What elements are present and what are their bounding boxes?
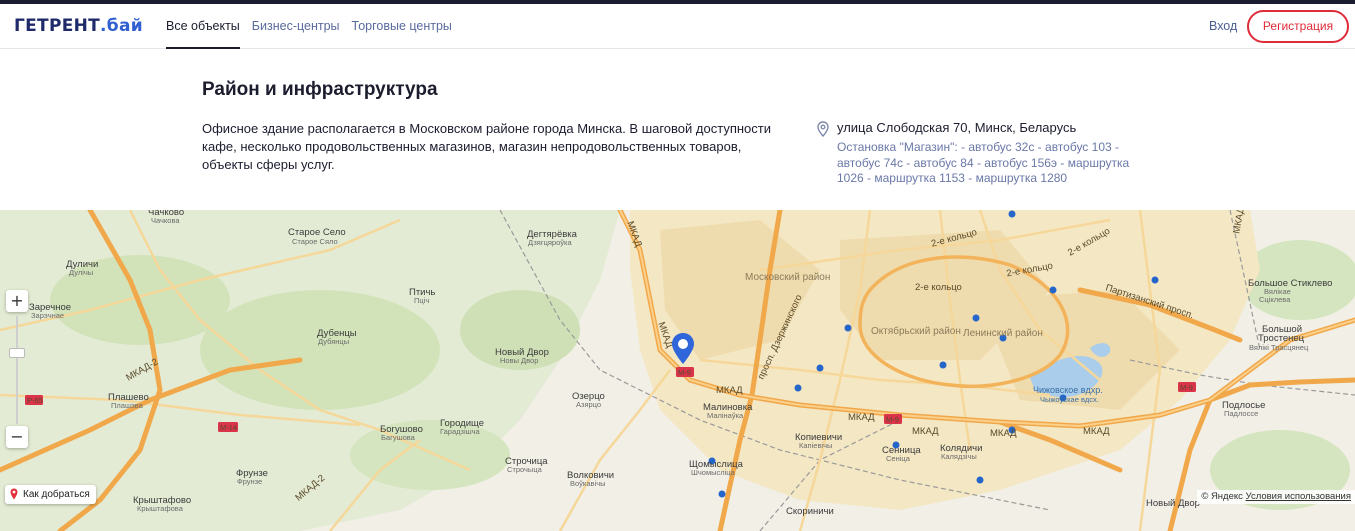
- register-button[interactable]: Регистрация: [1247, 10, 1349, 43]
- svg-text:Сціклева: Сціклева: [1259, 295, 1291, 304]
- svg-text:Сеніца: Сеніца: [886, 454, 911, 463]
- svg-text:Чачкова: Чачкова: [151, 216, 180, 225]
- nav-business-centers[interactable]: Бизнес-центры: [252, 4, 340, 49]
- map-zoom-control: + −: [6, 290, 28, 450]
- transport-stops: Остановка "Магазин": - автобус 32с - авт…: [837, 140, 1130, 185]
- yandex-map[interactable]: М-9 Р-65 М-14 М-9 М-9 МКАД МКАД МКАД МКА…: [0, 210, 1355, 531]
- nav-shopping-centers[interactable]: Торговые центры: [352, 4, 452, 49]
- svg-text:Шчомысліца: Шчомысліца: [691, 468, 736, 477]
- svg-text:Скориничи: Скориничи: [786, 506, 834, 517]
- route-pin-icon: [10, 488, 18, 500]
- svg-text:Плашэва: Плашэва: [111, 401, 144, 410]
- svg-text:Октябрьский район: Октябрьский район: [871, 325, 961, 337]
- zoom-slider-handle[interactable]: [9, 348, 25, 358]
- nav-all-objects[interactable]: Все объекты: [166, 4, 240, 49]
- svg-text:Калядзічы: Калядзічы: [941, 452, 977, 461]
- site-logo[interactable]: ГЕТРЕНТ.бай: [14, 16, 143, 36]
- svg-text:Зарэчнае: Зарэчнае: [31, 311, 64, 320]
- svg-text:Строчыца: Строчыца: [507, 465, 543, 474]
- svg-text:Капіевічы: Капіевічы: [799, 441, 832, 450]
- svg-text:Воўкавічы: Воўкавічы: [570, 479, 606, 488]
- svg-text:Дубянцы: Дубянцы: [318, 337, 349, 346]
- svg-text:Падлоссе: Падлоссе: [1224, 409, 1258, 418]
- svg-text:Дулічы: Дулічы: [69, 268, 93, 277]
- copyright-text: © Яндекс: [1201, 491, 1243, 502]
- svg-text:2-е кольцо: 2-е кольцо: [915, 282, 962, 293]
- svg-text:МКАД: МКАД: [716, 385, 743, 396]
- svg-text:Вялікі Трасцянец: Вялікі Трасцянец: [1249, 343, 1309, 352]
- svg-text:Р-65: Р-65: [27, 396, 43, 405]
- map-copyright: © Яндекс Условия использования: [1197, 490, 1355, 504]
- svg-text:МКАД: МКАД: [912, 426, 939, 437]
- svg-text:МКАД: МКАД: [990, 428, 1017, 439]
- route-button[interactable]: Как добраться: [5, 485, 96, 504]
- svg-text:М-9: М-9: [886, 415, 899, 424]
- site-header: ГЕТРЕНТ.бай Все объекты Бизнес-центры То…: [0, 4, 1355, 49]
- address-text: улица Слободская 70, Минск, Беларусь: [837, 120, 1077, 135]
- svg-text:М-14: М-14: [220, 423, 237, 432]
- zoom-out-button[interactable]: −: [6, 426, 28, 448]
- svg-text:Новый Двор: Новый Двор: [1146, 498, 1200, 509]
- section-title: Район и инфраструктура: [202, 79, 438, 100]
- district-description: Офисное здание располагается в Московско…: [202, 121, 771, 172]
- svg-text:Московский район: Московский район: [745, 272, 830, 283]
- svg-text:М-9: М-9: [678, 368, 691, 377]
- svg-text:Азярцо: Азярцо: [576, 400, 601, 409]
- svg-text:Новы Двор: Новы Двор: [500, 356, 538, 365]
- svg-text:Малінаўка: Малінаўка: [707, 411, 744, 420]
- login-link[interactable]: Вход: [1209, 4, 1237, 49]
- zoom-in-button[interactable]: +: [6, 290, 28, 312]
- svg-text:Багушова: Багушова: [381, 433, 416, 442]
- svg-text:Ленинский район: Ленинский район: [963, 328, 1043, 339]
- svg-text:МКАД: МКАД: [848, 412, 875, 423]
- svg-text:Фрунзе: Фрунзе: [237, 477, 262, 486]
- map-canvas[interactable]: М-9 Р-65 М-14 М-9 М-9 МКАД МКАД МКАД МКА…: [0, 210, 1355, 531]
- terms-of-use-link[interactable]: Условия использования: [1246, 491, 1351, 502]
- svg-text:Старое Сяло: Старое Сяло: [292, 237, 338, 246]
- route-button-label: Как добраться: [23, 489, 90, 500]
- location-pin-icon: [817, 121, 829, 137]
- svg-text:МКАД: МКАД: [1083, 426, 1110, 437]
- svg-text:Чижовское вдхр.: Чижовское вдхр.: [1033, 385, 1103, 395]
- svg-text:Чыжоўскае вдсх.: Чыжоўскае вдсх.: [1040, 395, 1099, 404]
- main-nav: Все объекты Бизнес-центры Торговые центр…: [166, 4, 464, 49]
- svg-text:М-9: М-9: [1180, 383, 1193, 392]
- map-water-label: Чижовское вдхр. Чыжоўскае вдсх.: [1033, 385, 1103, 404]
- svg-text:Крыштафова: Крыштафова: [137, 504, 184, 513]
- zoom-slider-track[interactable]: [16, 316, 18, 424]
- svg-text:Гарадзішча: Гарадзішча: [440, 427, 481, 436]
- svg-text:Дзягцяроўка: Дзягцяроўка: [528, 238, 572, 247]
- svg-text:Пціч: Пціч: [414, 296, 429, 305]
